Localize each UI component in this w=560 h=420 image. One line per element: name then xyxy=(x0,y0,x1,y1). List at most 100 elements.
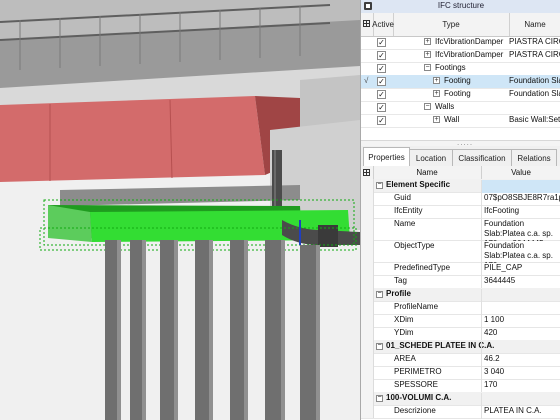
property-name: PERIMETRO xyxy=(394,367,442,376)
tree-row-name: Basic Wall:Set xyxy=(509,115,560,124)
category-label: Element Specific xyxy=(386,180,451,189)
property-name: PredefinedType xyxy=(394,263,451,272)
property-row[interactable]: SPESSORE 170 xyxy=(361,379,560,393)
collapse-icon[interactable]: − xyxy=(376,342,383,350)
panel-titlebar: IFC structure xyxy=(361,0,560,14)
expand-toggle-icon[interactable]: + xyxy=(433,77,440,84)
property-row[interactable]: YDim 420 xyxy=(361,327,560,341)
property-value[interactable]: Foundation Slab:Platea c.a. sp. 170 cm:3… xyxy=(481,219,560,241)
category-volumi[interactable]: −100-VOLUMI C.A. xyxy=(361,392,560,406)
property-row[interactable]: PERIMETRO 3 040 xyxy=(361,366,560,380)
row-gutter xyxy=(361,340,374,353)
property-row[interactable]: XDim 1 100 xyxy=(361,314,560,328)
property-value[interactable]: PLATEA IN C.A. xyxy=(481,406,560,419)
expand-toggle-icon[interactable]: + xyxy=(424,38,431,45)
prop-column-value[interactable]: Value xyxy=(481,166,560,179)
category-label: Profile xyxy=(386,289,411,298)
property-row[interactable]: Tag 3644445 xyxy=(361,275,560,289)
tree-row[interactable]: ✓ + Footing Foundation Sla xyxy=(361,88,560,102)
expand-toggle-icon[interactable]: − xyxy=(424,103,431,110)
row-gutter xyxy=(361,288,374,301)
tree-row-name: PIASTRA CIRC xyxy=(509,37,560,46)
property-tabs: Properties Location Classification Relat… xyxy=(361,146,560,167)
tree-row-type: IfcVibrationDamper xyxy=(435,37,504,46)
property-value[interactable]: Foundation Slab:Platea c.a. sp. 170 cm xyxy=(481,241,560,263)
expand-toggle-icon[interactable]: + xyxy=(433,90,440,97)
expand-toggle-icon[interactable]: + xyxy=(424,51,431,58)
property-row[interactable]: Guid07$pO8SBJE8R7ra1pt4 xyxy=(361,192,560,206)
property-row[interactable]: Name Foundation Slab:Platea c.a. sp. 170 … xyxy=(361,218,560,241)
tree-row-type: IfcVibrationDamper xyxy=(435,50,504,59)
row-gutter xyxy=(361,192,374,205)
collapse-icon[interactable]: − xyxy=(376,181,383,189)
property-name: AREA xyxy=(394,354,416,363)
property-name: Descrizione xyxy=(394,406,436,415)
property-grid-icon[interactable] xyxy=(363,169,370,176)
active-checkbox[interactable]: ✓ xyxy=(377,64,386,73)
property-name: ProfileName xyxy=(394,302,439,311)
structure-header: Active Type Name xyxy=(361,13,560,37)
tree-row-type: Footing xyxy=(444,89,471,98)
property-name: Guid xyxy=(394,193,411,202)
category-label: 100-VOLUMI C.A. xyxy=(386,393,452,402)
tree-row[interactable]: ✓ − Walls xyxy=(361,101,560,115)
grid-settings-icon[interactable] xyxy=(363,20,370,27)
row-gutter xyxy=(361,205,374,218)
current-row-marker: √ xyxy=(364,76,369,85)
active-checkbox[interactable]: ✓ xyxy=(377,38,386,47)
tree-row-name: Foundation Sla xyxy=(509,76,560,85)
property-name: IfcEntity xyxy=(394,206,423,215)
property-row[interactable]: PredefinedType PILE_CAP xyxy=(361,262,560,276)
row-gutter xyxy=(361,392,374,405)
tab-properties[interactable]: Properties xyxy=(363,147,410,167)
tab-classification[interactable]: Classification xyxy=(452,149,512,166)
active-checkbox[interactable]: ✓ xyxy=(377,51,386,60)
3d-viewport[interactable] xyxy=(0,0,360,420)
property-row[interactable]: ObjectType Foundation Slab:Platea c.a. sp… xyxy=(361,240,560,263)
category-element-specific[interactable]: − Element Specific xyxy=(361,179,560,193)
expand-toggle-icon[interactable]: + xyxy=(433,116,440,123)
tree-row-type: Footing xyxy=(444,76,471,85)
row-gutter xyxy=(361,218,374,240)
row-gutter xyxy=(361,405,374,418)
category-schede-platee[interactable]: −01_SCHEDE PLATEE IN C.A. xyxy=(361,340,560,354)
tree-row[interactable]: ✓ + IfcVibrationDamper PIASTRA CIRC xyxy=(361,49,560,63)
category-profile[interactable]: − Profile xyxy=(361,288,560,302)
bridge-model-render xyxy=(0,0,360,420)
prop-column-name[interactable]: Name xyxy=(373,166,482,179)
active-checkbox[interactable]: ✓ xyxy=(377,90,386,99)
collapse-icon[interactable]: − xyxy=(376,290,383,298)
property-name: XDim xyxy=(394,315,414,324)
property-name: SPESSORE xyxy=(394,380,439,389)
collapse-icon[interactable]: − xyxy=(376,394,383,402)
property-row[interactable]: Descrizione PLATEA IN C.A. xyxy=(361,405,560,419)
row-gutter xyxy=(361,262,374,275)
tree-row-type: Wall xyxy=(444,115,460,124)
property-name: ObjectType xyxy=(394,241,435,250)
property-row[interactable]: IfcEntity IfcFooting xyxy=(361,205,560,219)
active-checkbox[interactable]: ✓ xyxy=(377,77,386,86)
expand-toggle-icon[interactable]: − xyxy=(424,64,431,71)
property-row[interactable]: ProfileName xyxy=(361,301,560,315)
tree-row[interactable]: ✓ + Wall Basic Wall:Set xyxy=(361,114,560,128)
tree-row-name: Foundation Sla xyxy=(509,89,560,98)
tree-row[interactable]: ✓ − Footings xyxy=(361,62,560,76)
active-checkbox[interactable]: ✓ xyxy=(377,103,386,112)
property-row[interactable]: AREA 46.2 xyxy=(361,353,560,367)
row-gutter xyxy=(361,240,374,262)
column-name[interactable]: Name xyxy=(509,13,560,36)
tab-location[interactable]: Location xyxy=(409,149,453,166)
row-gutter xyxy=(361,301,374,314)
tree-row[interactable]: √ ✓ + Footing Foundation Sla xyxy=(361,75,560,89)
row-gutter xyxy=(361,179,374,192)
column-active[interactable]: Active xyxy=(372,13,394,36)
property-name: Tag xyxy=(394,276,407,285)
tree-row-type: Footings xyxy=(435,63,466,72)
property-name: YDim xyxy=(394,328,414,337)
row-gutter xyxy=(361,327,374,340)
panel-title: IFC structure xyxy=(437,1,485,10)
tab-relations[interactable]: Relations xyxy=(511,149,557,166)
tree-row[interactable]: ✓ + IfcVibrationDamper PIASTRA CIRC xyxy=(361,36,560,50)
column-type[interactable]: Type xyxy=(393,13,510,36)
active-checkbox[interactable]: ✓ xyxy=(377,116,386,125)
